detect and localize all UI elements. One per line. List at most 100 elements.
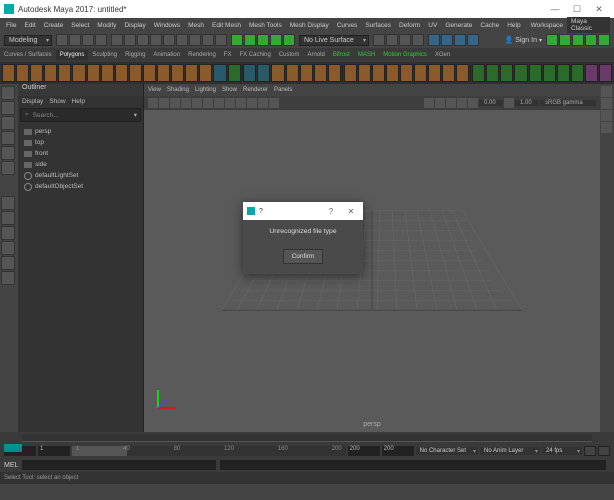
menu-edit[interactable]: Edit bbox=[22, 22, 37, 29]
vp-tool-icon[interactable] bbox=[258, 98, 268, 108]
dialog-confirm-button[interactable]: Confirm bbox=[283, 249, 323, 264]
vp-tool-icon[interactable] bbox=[159, 98, 169, 108]
status-icon[interactable] bbox=[176, 34, 188, 46]
detach-icon[interactable] bbox=[442, 64, 455, 82]
outliner-item[interactable]: top bbox=[24, 137, 137, 148]
menu-edit-mesh[interactable]: Edit Mesh bbox=[210, 22, 243, 29]
status-icon[interactable] bbox=[189, 34, 201, 46]
history-icon[interactable] bbox=[386, 34, 398, 46]
mel-input[interactable] bbox=[22, 460, 215, 470]
vp-tool-icon[interactable] bbox=[148, 98, 158, 108]
poly-type-icon[interactable] bbox=[213, 64, 226, 82]
vp-tool-icon[interactable] bbox=[236, 98, 246, 108]
poly-prism-icon[interactable] bbox=[129, 64, 142, 82]
combine-icon[interactable] bbox=[243, 64, 256, 82]
viewport-3d[interactable]: persp bbox=[144, 110, 600, 432]
outliner-menu-display[interactable]: Display bbox=[22, 98, 43, 106]
outliner-item[interactable]: defaultLightSet bbox=[24, 170, 137, 181]
shelf-tab[interactable]: Sculpting bbox=[88, 50, 121, 60]
sculpt-icon[interactable] bbox=[585, 64, 598, 82]
modeling-toolkit-icon[interactable] bbox=[601, 122, 612, 133]
menu-select[interactable]: Select bbox=[69, 22, 91, 29]
sculpt-icon[interactable] bbox=[599, 64, 612, 82]
layout-two-icon[interactable] bbox=[1, 226, 15, 240]
menu-help[interactable]: Help bbox=[505, 22, 522, 29]
menu-create[interactable]: Create bbox=[42, 22, 66, 29]
menu-mesh[interactable]: Mesh bbox=[186, 22, 206, 29]
connect-icon[interactable] bbox=[428, 64, 441, 82]
status-icon[interactable] bbox=[137, 34, 149, 46]
status-icon[interactable] bbox=[124, 34, 136, 46]
close-button[interactable]: ✕ bbox=[588, 2, 610, 16]
toggle-icon[interactable] bbox=[546, 34, 558, 46]
rotate-tool-icon[interactable] bbox=[1, 146, 15, 160]
autokey-button[interactable] bbox=[584, 446, 596, 456]
workspace-dropdown[interactable]: Maya Classic bbox=[567, 17, 610, 33]
outliner-search[interactable]: ⌕ Search... bbox=[20, 108, 141, 122]
svg-icon[interactable] bbox=[228, 64, 241, 82]
end-frame-field[interactable]: 200 bbox=[382, 446, 414, 456]
outliner-item[interactable]: side bbox=[24, 159, 137, 170]
dialog-help-button[interactable]: ? bbox=[323, 205, 339, 217]
outliner-item[interactable]: front bbox=[24, 148, 137, 159]
range-slider[interactable]: 1 40 80 120 160 200 bbox=[72, 446, 346, 456]
smooth-icon[interactable] bbox=[271, 64, 284, 82]
shelf-tab[interactable]: Animation bbox=[149, 50, 184, 60]
vp-tool-icon[interactable] bbox=[214, 98, 224, 108]
poly-cylinder-icon[interactable] bbox=[30, 64, 43, 82]
multi-cut-icon[interactable] bbox=[500, 64, 513, 82]
vp-menu-renderer[interactable]: Renderer bbox=[243, 87, 268, 93]
outliner-menu-help[interactable]: Help bbox=[72, 98, 85, 106]
move-tool-icon[interactable] bbox=[1, 131, 15, 145]
history-icon[interactable] bbox=[399, 34, 411, 46]
lasso-tool-icon[interactable] bbox=[1, 101, 15, 115]
vp-tool-icon[interactable] bbox=[457, 98, 467, 108]
vp-tool-icon[interactable] bbox=[247, 98, 257, 108]
shelf-tab[interactable]: Bifrost bbox=[329, 50, 354, 60]
crease-icon[interactable] bbox=[472, 64, 485, 82]
shelf-tab[interactable]: MASH bbox=[354, 50, 379, 60]
exposure-icon[interactable] bbox=[468, 98, 478, 108]
toggle-icon[interactable] bbox=[585, 34, 597, 46]
shelf-tab[interactable]: Custom bbox=[275, 50, 304, 60]
vp-menu-view[interactable]: View bbox=[148, 87, 161, 93]
poly-platonic-icon[interactable] bbox=[101, 64, 114, 82]
insert-loop-icon[interactable] bbox=[486, 64, 499, 82]
poly-pipe-icon[interactable] bbox=[143, 64, 156, 82]
target-weld-icon[interactable] bbox=[514, 64, 527, 82]
snap-icon[interactable] bbox=[231, 34, 243, 46]
render-icon[interactable] bbox=[428, 34, 440, 46]
layout-four-icon[interactable] bbox=[1, 211, 15, 225]
prefs-button[interactable] bbox=[598, 446, 610, 456]
reduce-icon[interactable] bbox=[300, 64, 313, 82]
separate-icon[interactable] bbox=[257, 64, 270, 82]
menu-deform[interactable]: Deform bbox=[397, 22, 422, 29]
status-icon[interactable] bbox=[111, 34, 123, 46]
menu-modify[interactable]: Modify bbox=[95, 22, 118, 29]
snap-icon[interactable] bbox=[257, 34, 269, 46]
exposure-field[interactable]: 0.00 bbox=[479, 100, 503, 106]
toggle-icon[interactable] bbox=[559, 34, 571, 46]
status-icon[interactable] bbox=[150, 34, 162, 46]
shelf-tab[interactable]: Motion Graphics bbox=[379, 50, 431, 60]
maximize-button[interactable]: ☐ bbox=[566, 2, 588, 16]
boolean-icon[interactable] bbox=[286, 64, 299, 82]
outliner-item[interactable]: persp bbox=[24, 126, 137, 137]
bridge-icon[interactable] bbox=[358, 64, 371, 82]
collapse-icon[interactable] bbox=[414, 64, 427, 82]
append-icon[interactable] bbox=[400, 64, 413, 82]
snap-icon[interactable] bbox=[244, 34, 256, 46]
menu-windows[interactable]: Windows bbox=[152, 22, 182, 29]
status-icon[interactable] bbox=[215, 34, 227, 46]
menu-uv[interactable]: UV bbox=[426, 22, 439, 29]
render-icon[interactable] bbox=[454, 34, 466, 46]
minimize-button[interactable]: — bbox=[544, 2, 566, 16]
gamma-field[interactable]: 1.00 bbox=[515, 100, 539, 106]
status-icon[interactable] bbox=[56, 34, 68, 46]
live-surface-dropdown[interactable]: No Live Surface bbox=[299, 35, 369, 46]
poly-plane-icon[interactable] bbox=[72, 64, 85, 82]
color-mgmt-dropdown[interactable]: sRGB gamma bbox=[540, 100, 596, 106]
history-icon[interactable] bbox=[412, 34, 424, 46]
shelf-tab[interactable]: XGen bbox=[431, 50, 454, 60]
fill-hole-icon[interactable] bbox=[386, 64, 399, 82]
